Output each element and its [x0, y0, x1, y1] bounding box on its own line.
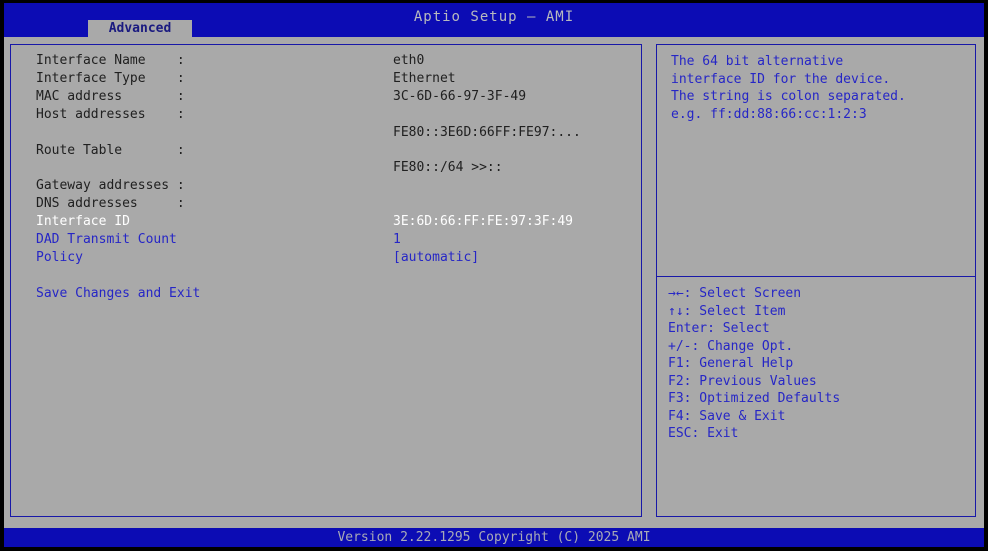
- setting-row: Interface Type : Ethernet: [36, 70, 635, 88]
- setting-row: FE80::3E6D:66FF:FE97:...: [36, 124, 635, 142]
- text-line: F4: Save & Exit: [668, 408, 971, 426]
- text-line: ESC: Exit: [668, 425, 971, 443]
- setting-row[interactable]: DAD Transmit Count 1: [36, 231, 635, 249]
- setting-row: Gateway addresses :: [36, 177, 635, 195]
- setting-value: [393, 106, 635, 124]
- setting-row: [36, 267, 635, 285]
- setting-label: Host addresses :: [36, 106, 393, 124]
- text-line: F3: Optimized Defaults: [668, 390, 971, 408]
- setting-value: [393, 177, 635, 195]
- version-text: Version 2.22.1295 Copyright (C) 2025 AMI: [4, 528, 984, 547]
- setting-row: Interface Name : eth0: [36, 52, 635, 70]
- setting-value: FE80::/64 >>::: [393, 159, 635, 177]
- setting-row[interactable]: Interface ID 3E:6D:66:FF:FE:97:3F:49: [36, 213, 635, 231]
- setting-value: Ethernet: [393, 70, 635, 88]
- setting-row: Host addresses :: [36, 106, 635, 124]
- key-hints: →←: Select Screen↑↓: Select ItemEnter: S…: [668, 285, 971, 443]
- text-line: interface ID for the device.: [671, 71, 971, 89]
- text-line: ↑↓: Select Item: [668, 303, 971, 321]
- text-line: F2: Previous Values: [668, 373, 971, 391]
- bios-screen: Aptio Setup – AMI Advanced Interface Nam…: [0, 0, 988, 551]
- text-line: F1: General Help: [668, 355, 971, 373]
- setting-value: [393, 267, 635, 285]
- setting-row[interactable]: Save Changes and Exit: [36, 285, 635, 303]
- setting-label: Route Table :: [36, 142, 393, 160]
- setting-label: MAC address :: [36, 88, 393, 106]
- setting-row[interactable]: Policy [automatic]: [36, 249, 635, 267]
- setting-value: FE80::3E6D:66FF:FE97:...: [393, 124, 635, 142]
- main-panel: Interface Name : eth0 Interface Type : E…: [4, 37, 984, 528]
- text-line: The 64 bit alternative: [671, 53, 971, 71]
- setting-label: Interface Name :: [36, 52, 393, 70]
- text-line: +/-: Change Opt.: [668, 338, 971, 356]
- footer-bar: Version 2.22.1295 Copyright (C) 2025 AMI: [4, 528, 984, 547]
- text-line: e.g. ff:dd:88:66:cc:1:2:3: [671, 106, 971, 124]
- settings-rows: Interface Name : eth0 Interface Type : E…: [36, 52, 635, 303]
- settings-panel: Interface Name : eth0 Interface Type : E…: [10, 44, 642, 517]
- setting-value: 3E:6D:66:FF:FE:97:3F:49: [393, 213, 635, 231]
- setting-value: [393, 142, 635, 160]
- setting-row: MAC address : 3C-6D-66-97-3F-49: [36, 88, 635, 106]
- setting-value: [393, 195, 635, 213]
- setting-label: Interface ID: [36, 213, 393, 231]
- tab-advanced[interactable]: Advanced: [88, 20, 192, 37]
- setting-row: DNS addresses :: [36, 195, 635, 213]
- setting-value: [393, 285, 635, 303]
- setting-row: Route Table :: [36, 142, 635, 160]
- setting-label: Save Changes and Exit: [36, 285, 393, 303]
- setting-label: Policy: [36, 249, 393, 267]
- text-line: Enter: Select: [668, 320, 971, 338]
- setting-label: Gateway addresses :: [36, 177, 393, 195]
- setting-label: [36, 267, 393, 285]
- setting-label: DNS addresses :: [36, 195, 393, 213]
- help-divider: [657, 276, 975, 277]
- help-text: The 64 bit alternativeinterface ID for t…: [671, 53, 971, 123]
- setting-label: Interface Type :: [36, 70, 393, 88]
- setting-value: 1: [393, 231, 635, 249]
- text-line: →←: Select Screen: [668, 285, 971, 303]
- help-panel: The 64 bit alternativeinterface ID for t…: [656, 44, 976, 517]
- setting-row: FE80::/64 >>::: [36, 159, 635, 177]
- setting-value: eth0: [393, 52, 635, 70]
- setting-value: [automatic]: [393, 249, 635, 267]
- text-line: The string is colon separated.: [671, 88, 971, 106]
- setting-label: DAD Transmit Count: [36, 231, 393, 249]
- setting-label: [36, 124, 393, 142]
- setting-label: [36, 159, 393, 177]
- setting-value: 3C-6D-66-97-3F-49: [393, 88, 635, 106]
